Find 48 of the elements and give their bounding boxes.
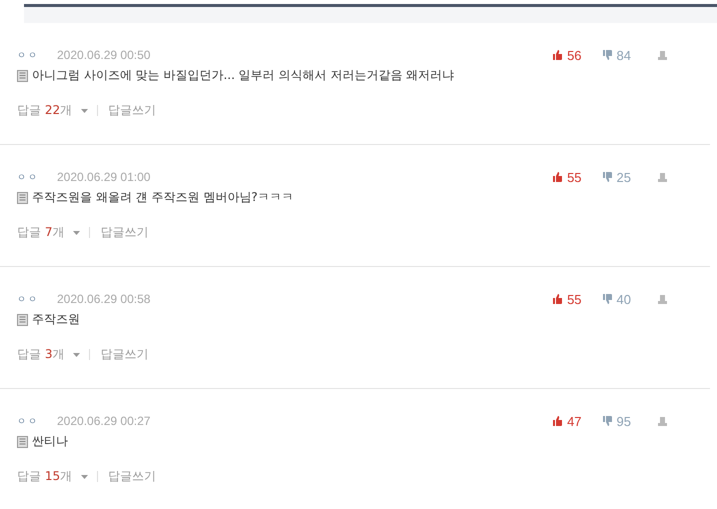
memo-icon bbox=[17, 70, 28, 82]
reply-count-link[interactable]: 답글 7개 bbox=[17, 224, 64, 241]
write-reply-link[interactable]: 답글쓰기 bbox=[100, 224, 148, 241]
thumbs-up-icon bbox=[552, 49, 564, 61]
reply-count-link[interactable]: 답글 3개 bbox=[17, 346, 64, 363]
thumbs-down-icon bbox=[602, 293, 613, 305]
comment-text: 아니그럼 사이즈에 맞는 바질입던가... 일부러 의식해서 저러는거같음 왜저러냐 bbox=[32, 67, 454, 84]
comment-text: 주작즈원을 왜올려 걘 주작즈원 멤버아님?ㅋㅋㅋ bbox=[32, 189, 294, 206]
memo-icon bbox=[17, 436, 28, 448]
report-icon[interactable] bbox=[657, 50, 668, 60]
caret-icon[interactable] bbox=[80, 108, 90, 114]
thumbs-up-icon bbox=[552, 293, 564, 305]
comment-text: 주작즈원 bbox=[32, 311, 80, 328]
comment-date: 2020.06.29 01:00 bbox=[57, 170, 150, 184]
caret-icon[interactable] bbox=[80, 474, 90, 480]
author-name[interactable]: ㅇㅇ bbox=[17, 170, 57, 184]
comment-date: 2020.06.29 00:27 bbox=[57, 414, 150, 428]
thumbs-down-icon bbox=[602, 49, 613, 61]
reply-count-link[interactable]: 답글 15개 bbox=[17, 468, 72, 485]
thumbs-up-icon bbox=[552, 415, 564, 427]
report-icon[interactable] bbox=[657, 172, 668, 182]
reply-count-link[interactable]: 답글 22개 bbox=[17, 102, 72, 119]
comment-date: 2020.06.29 00:50 bbox=[57, 48, 150, 62]
dislike-button[interactable]: 40 bbox=[602, 292, 631, 306]
write-reply-link[interactable]: 답글쓰기 bbox=[100, 346, 148, 363]
thumbs-down-icon bbox=[602, 415, 613, 427]
report-icon[interactable] bbox=[657, 416, 668, 426]
like-button[interactable]: 55 bbox=[552, 292, 582, 306]
author-name[interactable]: ㅇㅇ bbox=[17, 48, 57, 62]
dislike-button[interactable]: 84 bbox=[602, 48, 631, 62]
thumbs-up-icon bbox=[552, 171, 564, 183]
thumbs-down-icon bbox=[602, 171, 613, 183]
memo-icon bbox=[17, 314, 28, 326]
write-reply-link[interactable]: 답글쓰기 bbox=[108, 468, 156, 485]
like-button[interactable]: 47 bbox=[552, 414, 582, 428]
comment-date: 2020.06.29 00:58 bbox=[57, 292, 150, 306]
dislike-button[interactable]: 25 bbox=[602, 170, 631, 184]
author-name[interactable]: ㅇㅇ bbox=[17, 292, 57, 306]
caret-icon[interactable] bbox=[72, 352, 82, 358]
like-button[interactable]: 56 bbox=[552, 48, 582, 62]
write-reply-link[interactable]: 답글쓰기 bbox=[108, 102, 156, 119]
author-name[interactable]: ㅇㅇ bbox=[17, 414, 57, 428]
caret-icon[interactable] bbox=[72, 230, 82, 236]
memo-icon bbox=[17, 192, 28, 204]
comment-text: 싼티나 bbox=[32, 433, 68, 450]
dislike-button[interactable]: 95 bbox=[602, 414, 631, 428]
like-button[interactable]: 55 bbox=[552, 170, 582, 184]
report-icon[interactable] bbox=[657, 294, 668, 304]
